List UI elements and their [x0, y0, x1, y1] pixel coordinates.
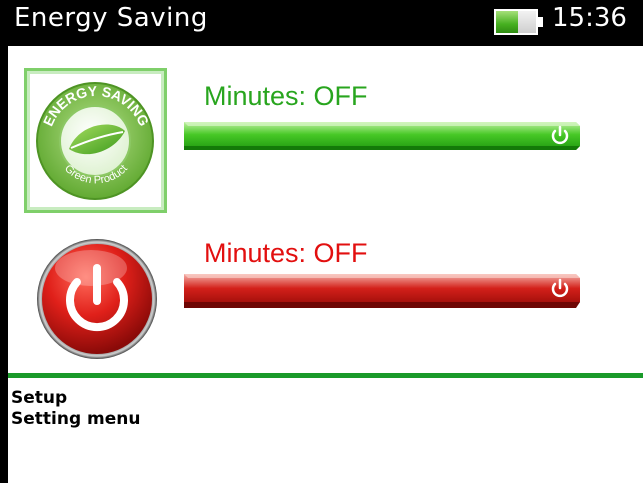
info-panel: Setup Setting menu	[11, 388, 141, 430]
divider	[8, 373, 643, 378]
battery-icon	[494, 9, 544, 35]
info-subtitle: Setting menu	[11, 409, 141, 429]
energy-saving-minutes-label: Minutes: OFF	[204, 81, 368, 111]
energy-saving-logo[interactable]: ENERGY SAVING Green Product	[24, 68, 167, 213]
title-bar: Energy Saving 15:36	[8, 0, 643, 46]
info-title: Setup	[11, 388, 68, 408]
energy-saving-slider[interactable]	[184, 118, 580, 150]
page-title: Energy Saving	[14, 3, 208, 33]
screen-frame	[0, 0, 8, 483]
green-leaf-icon: ENERGY SAVING Green Product	[36, 82, 154, 200]
power-icon	[37, 239, 157, 359]
power-off-minutes-label: Minutes: OFF	[204, 238, 368, 268]
power-off-slider[interactable]	[184, 274, 580, 308]
power-button[interactable]	[36, 238, 158, 360]
clock: 15:36	[552, 3, 627, 33]
